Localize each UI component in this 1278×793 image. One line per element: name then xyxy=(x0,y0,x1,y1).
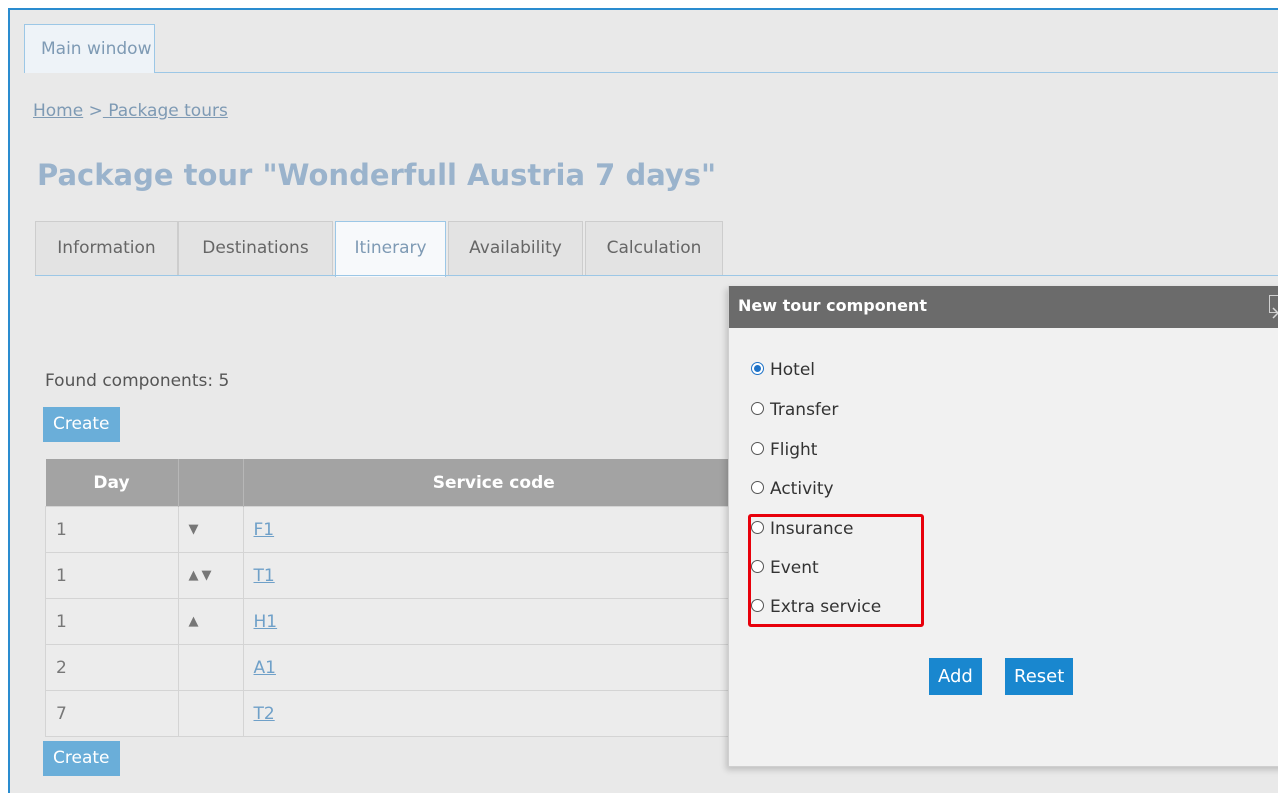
option-activity[interactable]: Activity xyxy=(751,477,834,501)
day-cell: 7 xyxy=(45,690,179,737)
service-code-link[interactable]: F1 xyxy=(254,520,275,540)
service-code-cell: T1 xyxy=(242,552,745,599)
reorder-arrows[interactable]: ▼ xyxy=(177,506,244,553)
radio-activity[interactable] xyxy=(751,480,764,494)
reorder-arrows[interactable]: ▲▼ xyxy=(177,552,244,599)
column-header-day[interactable]: Day xyxy=(45,459,179,507)
option-transfer[interactable]: Transfer xyxy=(751,398,838,422)
main-window-tab[interactable]: Main window xyxy=(24,24,155,73)
service-code-cell: T2 xyxy=(242,690,745,737)
found-components-count: Found components: 5 xyxy=(45,371,230,391)
breadcrumb: Home > Package tours xyxy=(33,101,228,121)
table-row: 1 ▼ F1 xyxy=(45,506,745,553)
column-header-service-code[interactable]: Service code xyxy=(243,459,745,507)
option-label: Hotel xyxy=(770,360,816,380)
service-code-cell: A1 xyxy=(242,644,745,691)
breadcrumb-separator: > xyxy=(88,101,103,121)
option-hotel[interactable]: Hotel xyxy=(751,358,815,382)
reorder-arrows xyxy=(177,644,244,691)
option-label: Flight xyxy=(770,440,818,460)
tab-calculation[interactable]: Calculation xyxy=(585,221,723,275)
option-label: Transfer xyxy=(770,400,839,420)
highlight-box xyxy=(748,514,924,627)
day-cell: 2 xyxy=(45,644,179,691)
page-title: Package tour "Wonderfull Austria 7 days" xyxy=(37,158,717,192)
day-cell: 1 xyxy=(45,506,179,553)
reset-button[interactable]: Reset xyxy=(1005,658,1074,695)
service-code-link[interactable]: A1 xyxy=(254,658,276,678)
dialog-header: New tour component xyxy=(729,286,1278,328)
create-button-top[interactable]: Create xyxy=(43,407,120,442)
day-cell: 1 xyxy=(45,552,179,599)
tab-destinations[interactable]: Destinations xyxy=(178,221,333,275)
table-row: 7 T2 xyxy=(45,690,745,737)
new-tour-component-dialog: New tour component Hotel Transfer Flight… xyxy=(728,286,1278,767)
service-code-link[interactable]: T1 xyxy=(254,566,275,586)
tab-information[interactable]: Information xyxy=(35,221,178,275)
option-label: Activity xyxy=(770,479,834,499)
radio-transfer[interactable] xyxy=(751,401,764,415)
tab-availability[interactable]: Availability xyxy=(448,221,583,275)
option-flight[interactable]: Flight xyxy=(751,438,817,462)
day-cell: 1 xyxy=(45,598,179,645)
add-button[interactable]: Add xyxy=(929,658,982,695)
dialog-title: New tour component xyxy=(738,296,927,315)
service-code-cell: F1 xyxy=(242,506,745,553)
column-header-order xyxy=(178,459,244,507)
reorder-arrows xyxy=(177,690,244,737)
close-icon[interactable] xyxy=(1269,295,1278,319)
table-row: 1 ▲ H1 xyxy=(45,598,745,645)
breadcrumb-home-link[interactable]: Home xyxy=(33,101,83,121)
create-button-bottom[interactable]: Create xyxy=(43,741,120,776)
radio-flight[interactable] xyxy=(751,441,764,455)
table-header-row: Day Service code xyxy=(45,459,745,507)
window-tab-divider xyxy=(155,72,1278,73)
breadcrumb-package-tours-link[interactable]: Package tours xyxy=(103,101,228,121)
radio-hotel[interactable] xyxy=(751,361,764,375)
service-code-cell: H1 xyxy=(242,598,745,645)
reorder-arrows[interactable]: ▲ xyxy=(177,598,244,645)
service-code-link[interactable]: T2 xyxy=(254,704,275,724)
components-table: Day Service code 1 ▼ F1 1 ▲▼ T1 1 ▲ H1 2… xyxy=(45,459,745,737)
tabs-divider xyxy=(35,275,1278,276)
service-code-link[interactable]: H1 xyxy=(254,612,278,632)
tab-itinerary[interactable]: Itinerary xyxy=(335,221,446,277)
main-window: Main window Home > Package tours Package… xyxy=(8,8,1278,793)
table-row: 2 A1 xyxy=(45,644,745,691)
table-row: 1 ▲▼ T1 xyxy=(45,552,745,599)
